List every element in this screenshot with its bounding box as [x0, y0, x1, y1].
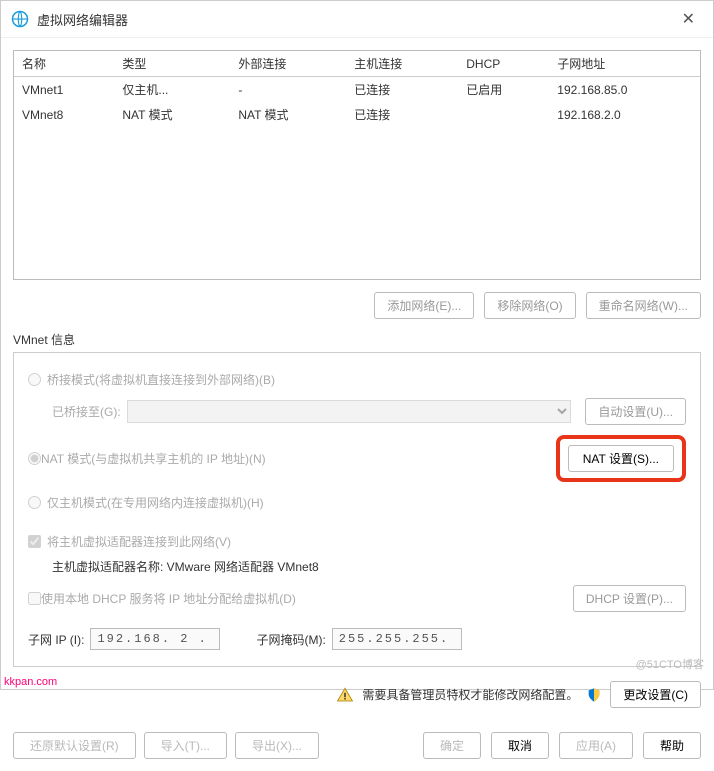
footer: 还原默认设置(R) 导入(T)... 导出(X)... 确定 取消 应用(A) … [1, 720, 713, 771]
bridged-to-row: 已桥接至(G): 自动设置(U)... [28, 394, 686, 429]
ip-row: 子网 IP (I): 子网掩码(M): [28, 614, 686, 650]
col-type[interactable]: 类型 [114, 51, 230, 77]
bridge-radio-row: 桥接模式(将虚拟机直接连接到外部网络)(B) [28, 365, 686, 394]
nat-radio-row: NAT 模式(与虚拟机共享主机的 IP 地址)(N) NAT 设置(S)... [28, 429, 686, 488]
cell-subnet: 192.168.85.0 [549, 77, 700, 103]
nat-label: NAT 模式(与虚拟机共享主机的 IP 地址)(N) [41, 450, 266, 467]
titlebar: 虚拟网络编辑器 ✕ [1, 1, 713, 38]
dhcp-settings-button[interactable]: DHCP 设置(P)... [573, 585, 686, 612]
nat-settings-highlight: NAT 设置(S)... [556, 435, 686, 482]
dhcp-label: 使用本地 DHCP 服务将 IP 地址分配给虚拟机(D) [41, 590, 296, 607]
hostconn-label: 将主机虚拟适配器连接到此网络(V) [47, 533, 231, 550]
subnet-ip-input[interactable] [90, 628, 220, 650]
cell-type: NAT 模式 [114, 102, 230, 127]
admin-warn-text: 需要具备管理员特权才能修改网络配置。 [362, 686, 578, 703]
export-button[interactable]: 导出(X)... [235, 732, 319, 759]
bridge-label: 桥接模式(将虚拟机直接连接到外部网络)(B) [47, 371, 275, 388]
network-table-wrap: 名称 类型 外部连接 主机连接 DHCP 子网地址 VMnet1 仅主机... … [13, 50, 701, 280]
col-name[interactable]: 名称 [14, 51, 114, 77]
shield-icon [586, 687, 602, 703]
rename-network-button[interactable]: 重命名网络(W)... [586, 292, 701, 319]
remove-network-button[interactable]: 移除网络(O) [484, 292, 575, 319]
cancel-button[interactable]: 取消 [491, 732, 549, 759]
dialog-title: 虚拟网络编辑器 [37, 10, 674, 29]
hostonly-radio[interactable] [28, 496, 41, 509]
subnet-mask-input[interactable] [332, 628, 462, 650]
adapter-name-label: 主机虚拟适配器名称: VMware 网络适配器 VMnet8 [28, 556, 686, 583]
cell-subnet: 192.168.2.0 [549, 102, 700, 127]
bridged-to-label: 已桥接至(G): [52, 403, 121, 420]
watermark-text-2: @51CTO博客 [636, 656, 704, 672]
dhcp-row: 使用本地 DHCP 服务将 IP 地址分配给虚拟机(D) DHCP 设置(P).… [28, 583, 686, 614]
apply-button[interactable]: 应用(A) [559, 732, 633, 759]
hostonly-radio-row: 仅主机模式(在专用网络内连接虚拟机)(H) [28, 488, 686, 517]
cell-name: VMnet1 [14, 77, 114, 103]
table-row[interactable]: VMnet8 NAT 模式 NAT 模式 已连接 192.168.2.0 [14, 102, 700, 127]
header-row: 名称 类型 外部连接 主机连接 DHCP 子网地址 [14, 51, 700, 77]
table-row[interactable]: VMnet1 仅主机... - 已连接 已启用 192.168.85.0 [14, 77, 700, 103]
subnet-mask-label: 子网掩码(M): [256, 631, 325, 648]
content-area: 名称 类型 外部连接 主机连接 DHCP 子网地址 VMnet1 仅主机... … [1, 38, 713, 720]
cell-name: VMnet8 [14, 102, 114, 127]
cell-dhcp: 已启用 [458, 77, 549, 103]
admin-warn-row: 需要具备管理员特权才能修改网络配置。 更改设置(C) [13, 667, 701, 708]
cell-dhcp [458, 102, 549, 127]
cell-ext: NAT 模式 [230, 102, 346, 127]
virtual-network-editor-dialog: 虚拟网络编辑器 ✕ 名称 类型 外部连接 主机连接 DHCP 子网地址 VMne… [0, 0, 714, 690]
cell-ext: - [230, 77, 346, 103]
vmnet-info-title: VMnet 信息 [13, 331, 701, 348]
close-button[interactable]: ✕ [674, 7, 703, 31]
help-button[interactable]: 帮助 [643, 732, 701, 759]
col-subnet[interactable]: 子网地址 [549, 51, 700, 77]
mid-button-row: 添加网络(E)... 移除网络(O) 重命名网络(W)... [13, 280, 701, 325]
cell-host: 已连接 [346, 102, 458, 127]
hostconn-checkbox[interactable] [28, 535, 41, 548]
watermark-text: kkpan.com [4, 676, 57, 688]
network-table: 名称 类型 外部连接 主机连接 DHCP 子网地址 VMnet1 仅主机... … [14, 51, 700, 127]
col-host[interactable]: 主机连接 [346, 51, 458, 77]
cell-host: 已连接 [346, 77, 458, 103]
change-settings-button[interactable]: 更改设置(C) [610, 681, 701, 708]
nat-radio[interactable] [28, 452, 41, 465]
hostonly-label: 仅主机模式(在专用网络内连接虚拟机)(H) [47, 494, 264, 511]
hostconn-chk-row: 将主机虚拟适配器连接到此网络(V) [28, 527, 686, 556]
col-ext[interactable]: 外部连接 [230, 51, 346, 77]
restore-defaults-button[interactable]: 还原默认设置(R) [13, 732, 136, 759]
vmnet-info-box: 桥接模式(将虚拟机直接连接到外部网络)(B) 已桥接至(G): 自动设置(U).… [13, 352, 701, 667]
warning-icon [336, 686, 354, 704]
dhcp-checkbox[interactable] [28, 592, 41, 605]
import-button[interactable]: 导入(T)... [144, 732, 227, 759]
auto-settings-button[interactable]: 自动设置(U)... [585, 398, 686, 425]
globe-icon [11, 10, 29, 28]
cell-type: 仅主机... [114, 77, 230, 103]
bridge-radio[interactable] [28, 373, 41, 386]
add-network-button[interactable]: 添加网络(E)... [374, 292, 474, 319]
bridged-to-select[interactable] [127, 400, 572, 423]
subnet-ip-label: 子网 IP (I): [28, 631, 84, 648]
col-dhcp[interactable]: DHCP [458, 51, 549, 77]
nat-settings-button[interactable]: NAT 设置(S)... [568, 445, 674, 472]
ok-button[interactable]: 确定 [423, 732, 481, 759]
